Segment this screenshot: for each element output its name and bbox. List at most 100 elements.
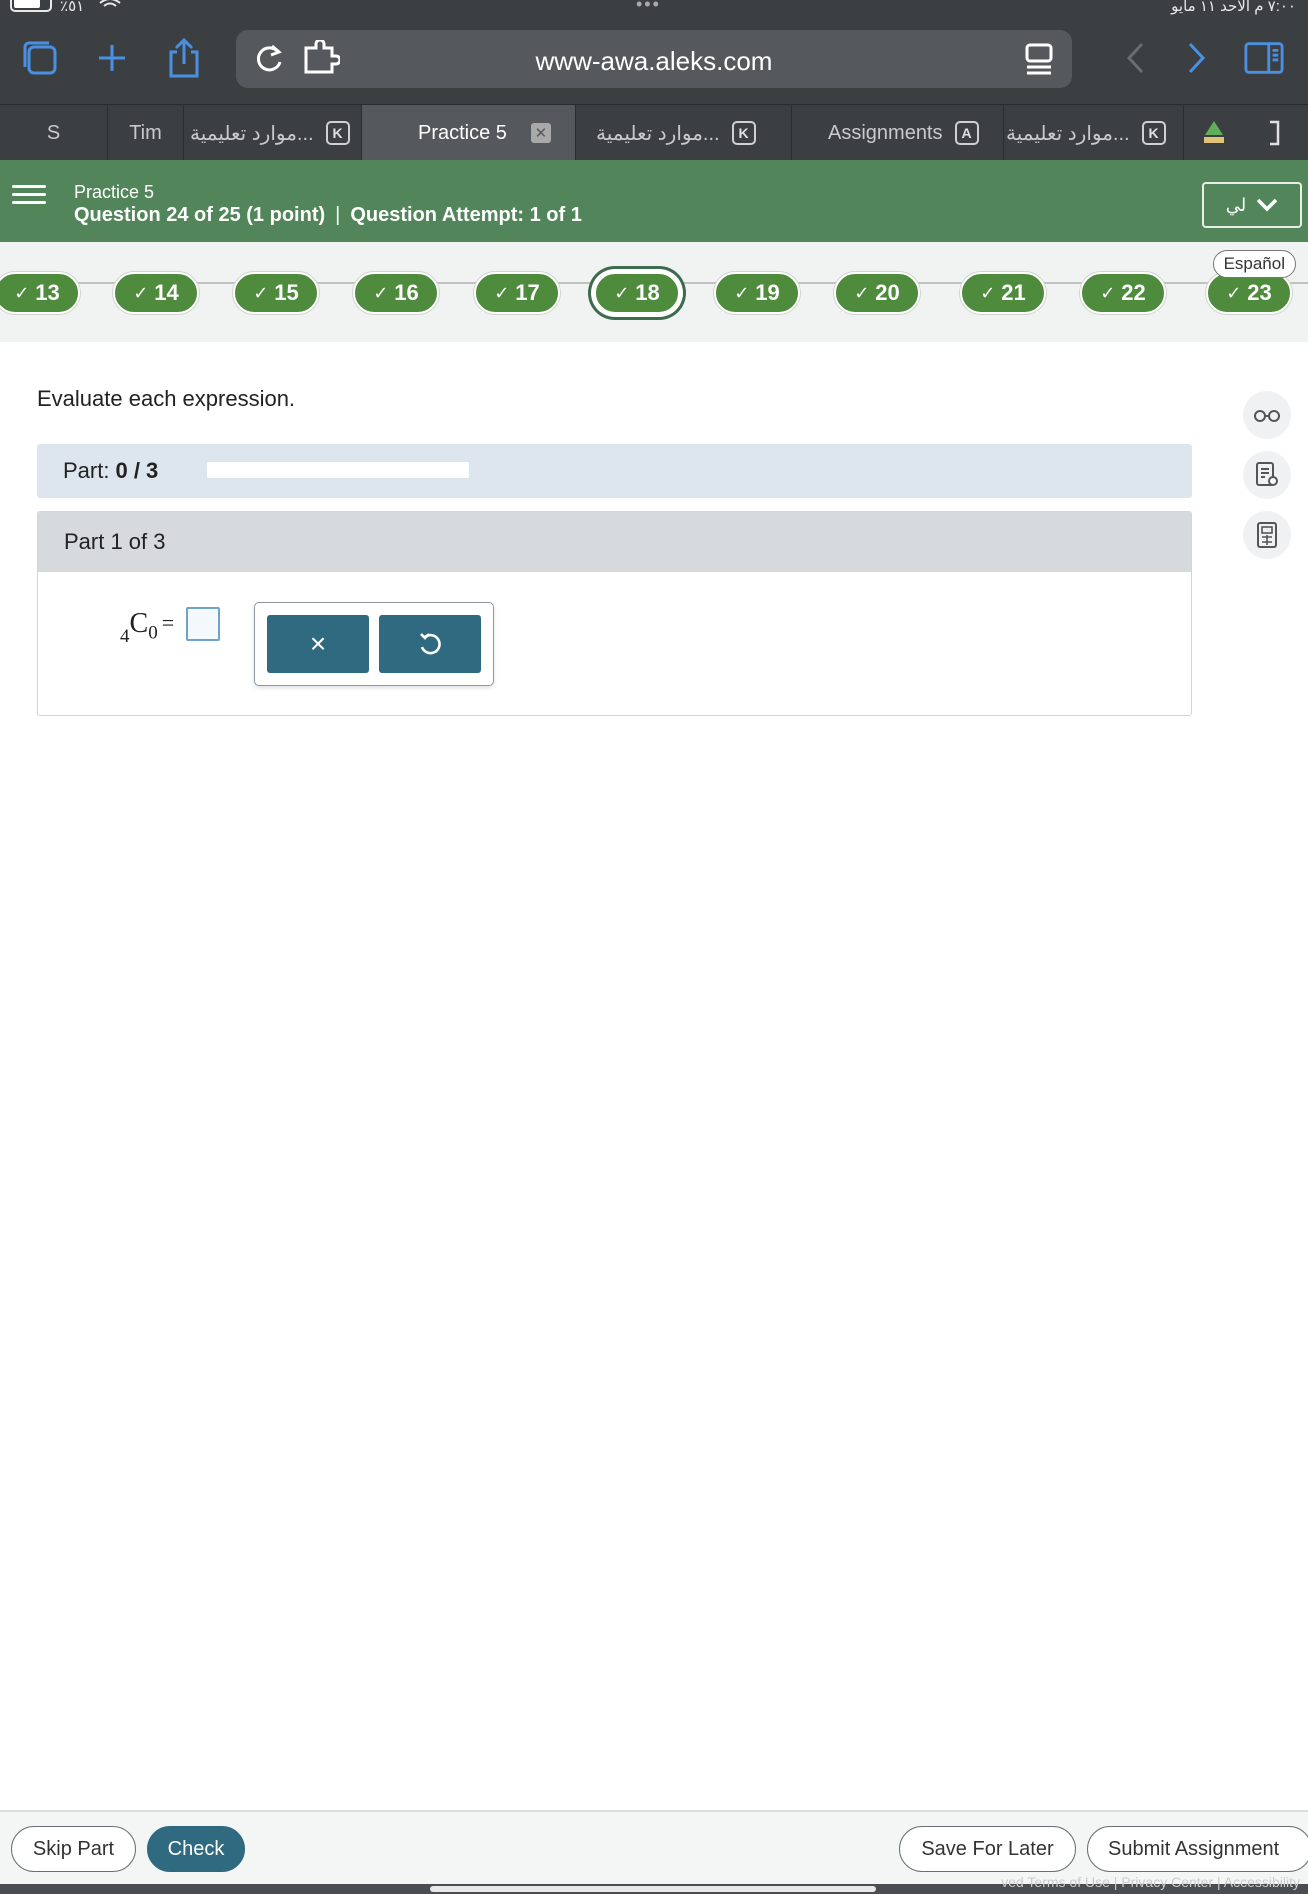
check-icon: ✓: [1226, 282, 1242, 303]
part-progress: Part: 0 / 3: [37, 444, 1192, 498]
question-prompt: Evaluate each expression.: [37, 386, 296, 411]
a-badge-icon: A: [954, 121, 979, 145]
expression-c: C: [129, 608, 149, 639]
submit-assignment-button[interactable]: Submit Assignment: [1087, 1826, 1308, 1872]
check-icon: ✓: [734, 282, 750, 303]
battery-icon: [10, 0, 52, 12]
part-progress-label: Part: 0 / 3: [63, 458, 159, 483]
check-icon: ✓: [854, 282, 870, 303]
espanol-toggle[interactable]: Español: [1212, 250, 1296, 278]
part-progress-value: 0 / 3: [115, 458, 159, 483]
tab-app-icon[interactable]: [1184, 105, 1244, 161]
question-pill-22[interactable]: ✓ 22: [1080, 272, 1166, 314]
question-pill-13[interactable]: ✓ 13: [0, 272, 80, 314]
tab-label: موارد تعليمية...: [596, 122, 720, 145]
question-info: Question 24 of 25 (1 point) | Question Att…: [74, 204, 582, 227]
reading-glasses-icon[interactable]: [1243, 391, 1291, 439]
clear-button[interactable]: ×: [267, 615, 369, 673]
question-pill-14[interactable]: ✓ 14: [113, 272, 199, 314]
math-expression: 4C0 =: [120, 608, 175, 647]
question-pill-19[interactable]: ✓ 19: [714, 272, 800, 314]
question-pill-15[interactable]: ✓ 15: [233, 272, 319, 314]
tab-resources-2[interactable]: موارد تعليمية... K: [576, 105, 792, 161]
question-pill-16[interactable]: ✓ 16: [353, 272, 439, 314]
tab-label: Practice 5: [418, 121, 507, 144]
language-label: لي: [1225, 194, 1247, 215]
tab-tim[interactable]: Tim: [108, 105, 184, 161]
tree-icon: [1204, 121, 1224, 143]
address-bar[interactable]: www-awa.aleks.com: [236, 30, 1072, 88]
menu-icon[interactable]: [12, 180, 46, 214]
question-number: Question 24 of 25 (1 point): [74, 204, 326, 226]
tab-label: موارد تعليمية...: [1006, 122, 1130, 145]
question-navigator: ✓ 13 ✓ 14 ✓ 15 ✓ 16 ✓ 17 ✓ 18 ✓ 19 ✓ 20 ✓ 21 ✓ 22 …: [0, 242, 1308, 342]
question-attempt: Question Attempt: 1 of 1: [350, 204, 582, 226]
tab-overflow-icon: [1270, 120, 1280, 146]
calculator-icon[interactable]: [1243, 511, 1291, 559]
separator: |: [335, 204, 341, 226]
answer-tools: ×: [254, 602, 494, 686]
question-pill-23[interactable]: ✓ 23: [1206, 272, 1292, 314]
share-icon[interactable]: [164, 38, 204, 78]
sidebar-toggle-icon[interactable]: [1244, 38, 1284, 78]
check-icon: ✓: [133, 282, 149, 303]
question-pill-18-current[interactable]: ✓ 18: [594, 272, 680, 314]
check-icon: ✓: [14, 282, 30, 303]
equals-sign: =: [161, 610, 175, 635]
wifi-icon: [98, 0, 122, 15]
expression-n: 4: [120, 626, 130, 647]
question-pill-20[interactable]: ✓ 20: [834, 272, 920, 314]
close-tab-icon[interactable]: ✕: [530, 123, 551, 143]
tab-assignments[interactable]: Assignments A: [792, 105, 1004, 161]
check-button[interactable]: Check: [147, 1826, 245, 1872]
check-icon: ✓: [494, 282, 510, 303]
legal-links[interactable]: ved Terms of Use | Privacy Center | Acce…: [1001, 1874, 1300, 1890]
status-bar: ٪٥١ ••• ٧:٠٠ م الأحد ١١ مايو: [0, 0, 1308, 16]
check-icon: ✓: [253, 282, 269, 303]
tab-practice-5[interactable]: Practice 5 ✕: [362, 105, 576, 161]
save-for-later-button[interactable]: Save For Later: [899, 1826, 1076, 1872]
question-pill-21[interactable]: ✓ 21: [960, 272, 1046, 314]
clock: ٧:٠٠ م الأحد ١١ مايو: [1171, 0, 1296, 15]
k-badge-icon: K: [731, 121, 756, 145]
part-panel: Part 1 of 3 4C0 = ×: [37, 511, 1192, 716]
assignment-title: Practice 5: [74, 182, 155, 202]
reader-mode-icon[interactable]: [1024, 42, 1054, 76]
tab-resources-3[interactable]: موارد تعليمية... K: [1004, 105, 1184, 161]
home-indicator: [430, 1886, 876, 1892]
k-badge-icon: K: [325, 121, 350, 145]
tab-bar: S Tim موارد تعليمية... K Practice 5 ✕ مو…: [0, 104, 1308, 161]
tabs-overview-icon[interactable]: [20, 38, 60, 78]
tab-label: Assignments: [828, 121, 943, 144]
multitask-dots-icon[interactable]: •••: [636, 0, 661, 15]
part-progress-bar: [207, 462, 469, 478]
part-header: Part 1 of 3: [38, 512, 1191, 572]
check-icon: ✓: [980, 282, 996, 303]
url-text: www-awa.aleks.com: [535, 46, 773, 76]
undo-icon: [420, 633, 441, 655]
expression-r: 0: [148, 622, 158, 644]
tab-label: Tim: [129, 121, 162, 144]
bottom-strip: ved Terms of Use | Privacy Center | Acce…: [0, 1874, 1308, 1894]
skip-part-button[interactable]: Skip Part: [11, 1826, 136, 1872]
notes-icon[interactable]: [1243, 451, 1291, 499]
new-tab-icon[interactable]: [92, 38, 132, 78]
tab-overflow[interactable]: [1244, 105, 1308, 161]
tab-label: S: [46, 121, 61, 144]
check-icon: ✓: [1100, 282, 1116, 303]
back-icon[interactable]: [1116, 38, 1156, 78]
tab-resources-1[interactable]: موارد تعليمية... K: [184, 105, 362, 161]
check-icon: ✓: [614, 282, 630, 303]
undo-button[interactable]: [379, 615, 481, 673]
battery-level: ٪٥١: [60, 0, 85, 15]
k-badge-icon: K: [1141, 121, 1166, 145]
question-pill-17[interactable]: ✓ 17: [474, 272, 560, 314]
answer-input[interactable]: [186, 607, 220, 641]
forward-icon[interactable]: [1176, 38, 1216, 78]
check-icon: ✓: [373, 282, 389, 303]
language-dropdown[interactable]: لي: [1202, 182, 1302, 228]
tab-label: موارد تعليمية...: [190, 122, 314, 145]
tab-s[interactable]: S: [0, 105, 108, 161]
browser-toolbar: www-awa.aleks.com: [0, 16, 1308, 104]
chevron-down-icon: [1257, 198, 1278, 212]
